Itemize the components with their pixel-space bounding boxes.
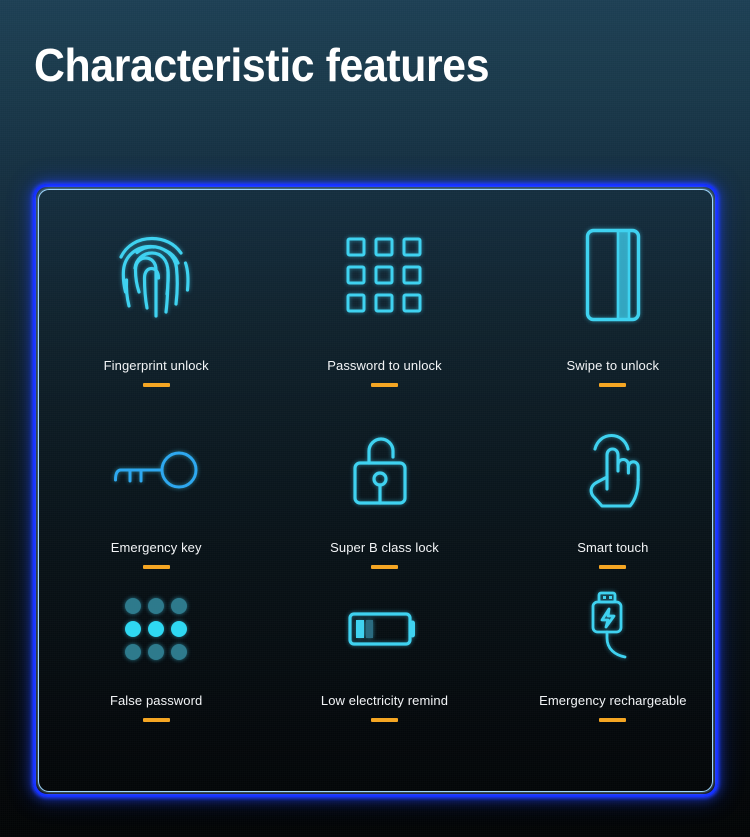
usb-charger-icon <box>585 586 641 672</box>
feature-label: Smart touch <box>577 540 649 555</box>
accent-bar <box>370 383 398 387</box>
accent-bar <box>370 718 398 722</box>
accent-bar <box>599 718 627 722</box>
feature-label: Emergency key <box>110 540 202 555</box>
feature-label: Password to unlock <box>327 358 442 373</box>
feature-label: Swipe to unlock <box>566 358 660 373</box>
feature-emergency-key[interactable]: Emergency key <box>42 425 270 586</box>
page-title: Characteristic features <box>34 39 490 91</box>
swipe-card-icon <box>585 219 641 331</box>
feature-super-b-class-lock[interactable]: Super B class lock <box>270 425 498 586</box>
accent-bar <box>142 383 170 387</box>
feature-smart-touch[interactable]: Smart touch <box>499 425 709 586</box>
fingerprint-icon <box>117 219 195 331</box>
feature-fingerprint-unlock[interactable]: Fingerprint unlock <box>42 215 270 425</box>
feature-low-electricity-remind[interactable]: Low electricity remind <box>270 586 498 746</box>
feature-label: Low electricity remind <box>320 693 449 708</box>
low-battery-icon <box>348 586 420 672</box>
key-icon <box>113 425 199 517</box>
keypad-grid-icon <box>346 219 422 331</box>
feature-grid: Fingerprint unlock Password to unlock Sw… <box>42 193 709 788</box>
feature-label: Fingerprint unlock <box>103 358 209 373</box>
features-panel: Fingerprint unlock Password to unlock Sw… <box>33 184 718 797</box>
accent-bar <box>142 565 170 569</box>
accent-bar <box>370 565 398 569</box>
feature-swipe-to-unlock[interactable]: Swipe to unlock <box>499 215 709 425</box>
feature-label: False password <box>109 693 203 708</box>
accent-bar <box>599 383 627 387</box>
dot-grid-icon <box>125 586 188 672</box>
panel-body: Fingerprint unlock Password to unlock Sw… <box>42 193 709 788</box>
feature-label: Super B class lock <box>330 540 439 555</box>
feature-password-to-unlock[interactable]: Password to unlock <box>270 215 498 425</box>
feature-poster: Characteristic features Fingerprint unlo… <box>0 0 750 837</box>
accent-bar <box>142 718 170 722</box>
open-padlock-icon <box>353 425 415 517</box>
touch-hand-icon <box>582 425 644 517</box>
feature-label: Emergency rechargeable <box>539 693 687 708</box>
feature-false-password[interactable]: False password <box>42 586 270 746</box>
accent-bar <box>599 565 627 569</box>
feature-emergency-rechargeable[interactable]: Emergency rechargeable <box>499 586 709 746</box>
